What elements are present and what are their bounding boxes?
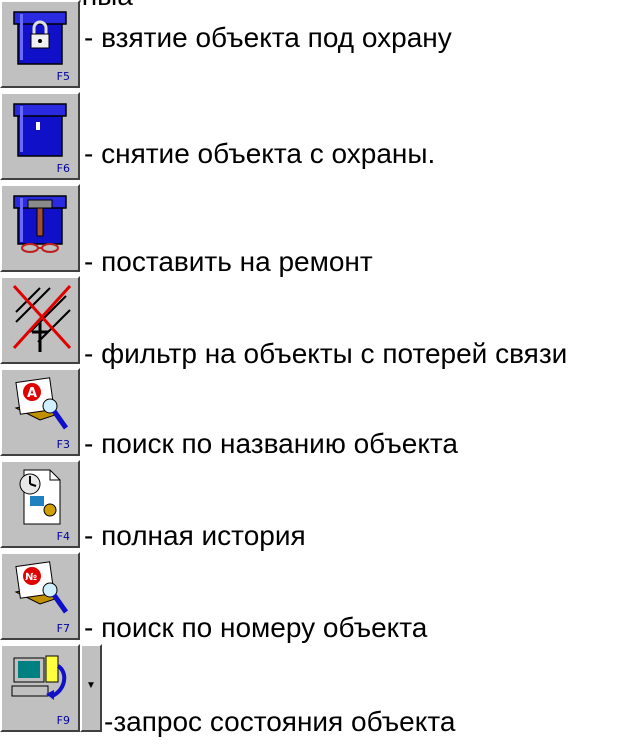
search-name-button[interactable]: A F3 [0,368,80,456]
history-button[interactable]: F4 [0,460,80,548]
chevron-down-icon: ▼ [86,680,96,691]
fkey-label: F3 [56,438,70,451]
fkey-label: F4 [56,530,70,543]
search-name-icon: A [14,377,69,430]
lost-connection-filter-button[interactable] [0,276,80,364]
fkey-label: F5 [56,70,70,83]
search-number-button[interactable]: № F7 [0,552,80,640]
arm-description: - взятие объекта под охрану [84,22,452,53]
fkey-label: F9 [56,714,70,727]
fkey-label: F7 [56,622,70,635]
repair-button[interactable] [0,184,80,272]
computer-query-icon [11,655,67,700]
open-box-icon [13,103,67,157]
state-query-description: -запрос состояния объекта [104,706,456,737]
disarm-button[interactable]: F6 [0,92,80,180]
lock-box-icon [13,11,67,65]
history-icon [19,469,61,525]
search-number-icon: № [14,561,69,614]
search-name-description: - поиск по названию объекта [84,428,458,459]
state-query-button[interactable]: F9 [0,644,80,732]
arm-button[interactable]: F5 [0,0,80,88]
antenna-crossed-icon [12,284,72,352]
repair-box-icon [13,195,67,253]
search-number-description: - поиск по номеру объекта [84,612,428,643]
filter-description: - фильтр на объекты с потерей связи [84,338,568,369]
svg-text:A: A [27,386,37,401]
fkey-label: F6 [56,162,70,175]
disarm-description: - снятие объекта с охраны. [84,138,436,169]
repair-description: - поставить на ремонт [84,246,373,277]
history-description: - полная история [84,520,306,551]
svg-text:№: № [25,572,37,583]
state-query-dropdown[interactable]: ▼ [80,644,102,732]
